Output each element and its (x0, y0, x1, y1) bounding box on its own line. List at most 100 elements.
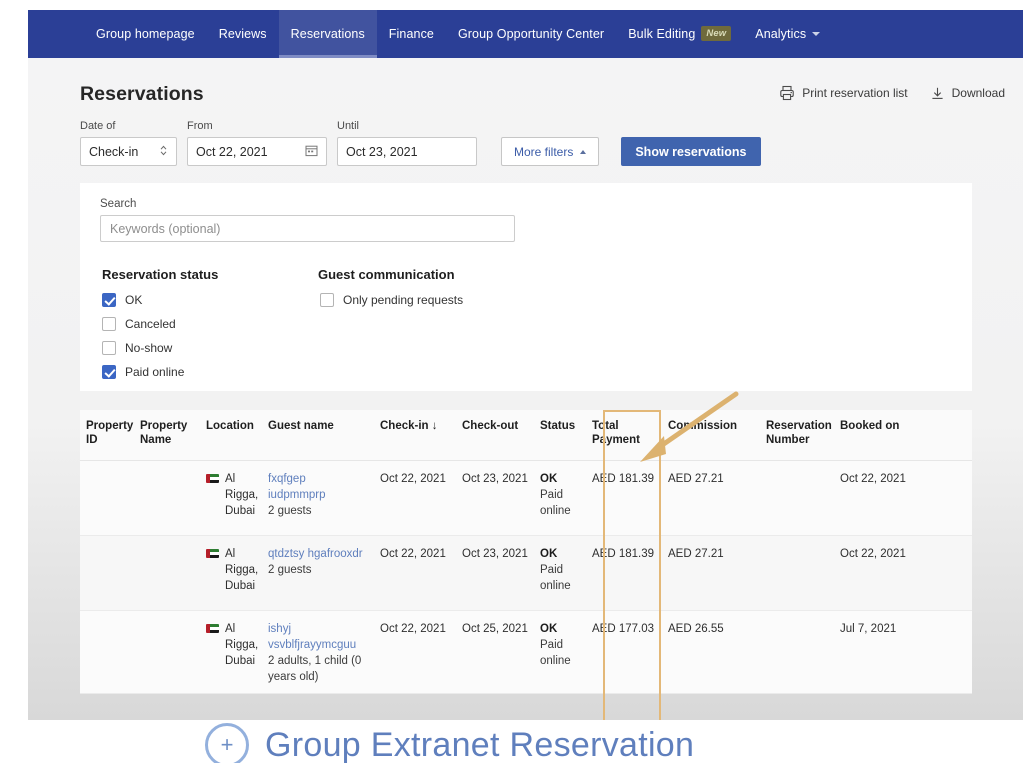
guest-name-link-line2[interactable]: iudpmmprp (268, 487, 368, 503)
checkbox-canceled[interactable] (102, 317, 116, 331)
cell-guest-name: fxqfgep iudpmmprp 2 guests (262, 461, 374, 535)
new-badge: New (701, 25, 732, 41)
nav-item-group-opportunity-center[interactable]: Group Opportunity Center (446, 10, 616, 58)
checkbox-row-no-show[interactable]: No-show (102, 341, 172, 355)
checkbox-only-pending-requests[interactable] (320, 293, 334, 307)
cell-commission: AED 27.21 (668, 548, 724, 560)
download-label: Download (951, 86, 1005, 100)
table-row[interactable]: Al Rigga, Dubai ishyj vsvblfjrayymcguu 2… (80, 611, 972, 694)
until-date-input[interactable]: Oct 23, 2021 (337, 137, 477, 166)
status-badge: OK (540, 473, 558, 485)
slide-canvas: Group homepage Reviews Reservations Fina… (0, 0, 1023, 763)
calendar-icon[interactable] (305, 144, 318, 160)
print-label: Print reservation list (802, 86, 908, 100)
location-text: Al Rigga, Dubai (225, 473, 259, 517)
column-header-property-name[interactable]: Property Name (134, 410, 200, 460)
column-header-check-in[interactable]: Check-in ↓ (374, 410, 456, 460)
guest-name-link-line1[interactable]: fxqfgep (268, 471, 368, 487)
checkbox-row-ok[interactable]: OK (102, 293, 142, 307)
table-row[interactable]: Al Rigga, Dubai fxqfgep iudpmmprp 2 gues… (80, 461, 972, 536)
checkbox-no-show[interactable] (102, 341, 116, 355)
cell-check-in: Oct 22, 2021 (380, 473, 446, 485)
guest-count: 2 adults, 1 child (0 years old) (268, 655, 362, 683)
location-text: Al Rigga, Dubai (225, 623, 259, 667)
guest-name-link-line2[interactable]: vsvblfjrayymcguu (268, 637, 368, 653)
nav-items-container: Group homepage Reviews Reservations Fina… (84, 10, 832, 58)
cell-reservation-number (760, 611, 834, 693)
checkbox-row-paid-online[interactable]: Paid online (102, 365, 184, 379)
guest-name-link-line1[interactable]: qtdztsy hgafrooxdr (268, 546, 368, 562)
nav-item-label: Reviews (218, 27, 267, 41)
column-header-status[interactable]: Status (534, 410, 586, 460)
cell-booked-on: Oct 22, 2021 (840, 473, 906, 485)
date-of-field: Date of Check-in (80, 120, 177, 166)
updown-chevron-icon (159, 144, 168, 159)
checkbox-label: Paid online (125, 365, 185, 379)
cell-commission: AED 27.21 (668, 473, 724, 485)
show-reservations-button[interactable]: Show reservations (621, 137, 761, 166)
column-header-total-payment[interactable]: Total Payment (586, 410, 662, 460)
uae-flag-icon (206, 624, 219, 633)
table-row[interactable]: Al Rigga, Dubai qtdztsy hgafrooxdr 2 gue… (80, 536, 972, 611)
reservations-table: Property ID Property Name Location Guest… (80, 410, 972, 694)
nav-item-analytics[interactable]: Analytics (743, 10, 832, 58)
nav-item-bulk-editing[interactable]: Bulk Editing New (616, 10, 743, 58)
cell-guest-name: ishyj vsvblfjrayymcguu 2 adults, 1 child… (262, 611, 374, 693)
cell-total-payment: AED 177.03 (592, 623, 655, 635)
search-input[interactable] (100, 215, 515, 242)
checkbox-row-only-pending-requests[interactable]: Only pending requests (320, 293, 463, 307)
guest-name-link-line1[interactable]: ishyj (268, 621, 368, 637)
checkbox-label: No-show (125, 341, 173, 355)
until-field: Until Oct 23, 2021 (337, 120, 477, 166)
cell-reservation-number (760, 536, 834, 610)
page-title: Reservations (80, 83, 204, 105)
caption-text: Group Extranet Reservation (265, 725, 695, 763)
search-label: Search (100, 198, 137, 210)
nav-item-label: Finance (388, 27, 434, 41)
checkbox-ok[interactable] (102, 293, 116, 307)
reservation-status-title: Reservation status (102, 267, 219, 282)
more-filters-button[interactable]: More filters (501, 137, 600, 166)
from-date-input[interactable]: Oct 22, 2021 (187, 137, 327, 166)
cell-booked-on: Oct 22, 2021 (840, 548, 906, 560)
page-body: Reservations Print reservation list Down… (28, 58, 1023, 720)
column-header-location[interactable]: Location (200, 410, 262, 460)
cell-property-id (80, 536, 134, 610)
print-reservation-list-button[interactable]: Print reservation list (779, 85, 908, 101)
cell-booked-on: Jul 7, 2021 (840, 623, 897, 635)
nav-item-label: Reservations (290, 27, 365, 41)
cell-location: Al Rigga, Dubai (200, 461, 262, 535)
slide-caption: + Group Extranet Reservation (0, 723, 1023, 763)
more-filters-label: More filters (514, 144, 574, 159)
cell-property-name (134, 461, 200, 535)
cell-check-out: Oct 23, 2021 (462, 548, 528, 560)
date-of-select[interactable]: Check-in (80, 137, 177, 166)
column-header-property-id[interactable]: Property ID (80, 410, 134, 460)
nav-item-label: Group Opportunity Center (457, 27, 605, 41)
checkbox-row-canceled[interactable]: Canceled (102, 317, 176, 331)
nav-item-reservations[interactable]: Reservations (278, 10, 377, 58)
download-button[interactable]: Download (930, 86, 1005, 101)
column-header-check-out[interactable]: Check-out (456, 410, 534, 460)
nav-item-reviews[interactable]: Reviews (207, 10, 279, 58)
from-label: From (187, 120, 213, 132)
checkbox-paid-online[interactable] (102, 365, 116, 379)
column-header-booked-on[interactable]: Booked on (834, 410, 930, 460)
cell-location: Al Rigga, Dubai (200, 611, 262, 693)
nav-item-group-homepage[interactable]: Group homepage (84, 10, 207, 58)
cell-check-in: Oct 22, 2021 (380, 548, 446, 560)
cell-check-out: Oct 25, 2021 (462, 623, 528, 635)
date-of-value: Check-in (89, 144, 139, 159)
cell-total-payment: AED 181.39 (592, 473, 655, 485)
chevron-up-icon (580, 149, 587, 154)
caption-inner: + Group Extranet Reservation (205, 723, 694, 763)
plus-circle-icon: + (205, 723, 249, 763)
nav-item-finance[interactable]: Finance (377, 10, 446, 58)
filters-panel: Search Reservation status Guest communic… (80, 183, 972, 391)
column-header-guest-name[interactable]: Guest name (262, 410, 374, 460)
from-date-value: Oct 22, 2021 (196, 144, 268, 159)
cell-status: OK Paid online (534, 461, 586, 535)
uae-flag-icon (206, 549, 219, 558)
column-header-commission[interactable]: Commission (662, 410, 760, 460)
column-header-reservation-number[interactable]: Reservation Number (760, 410, 834, 460)
